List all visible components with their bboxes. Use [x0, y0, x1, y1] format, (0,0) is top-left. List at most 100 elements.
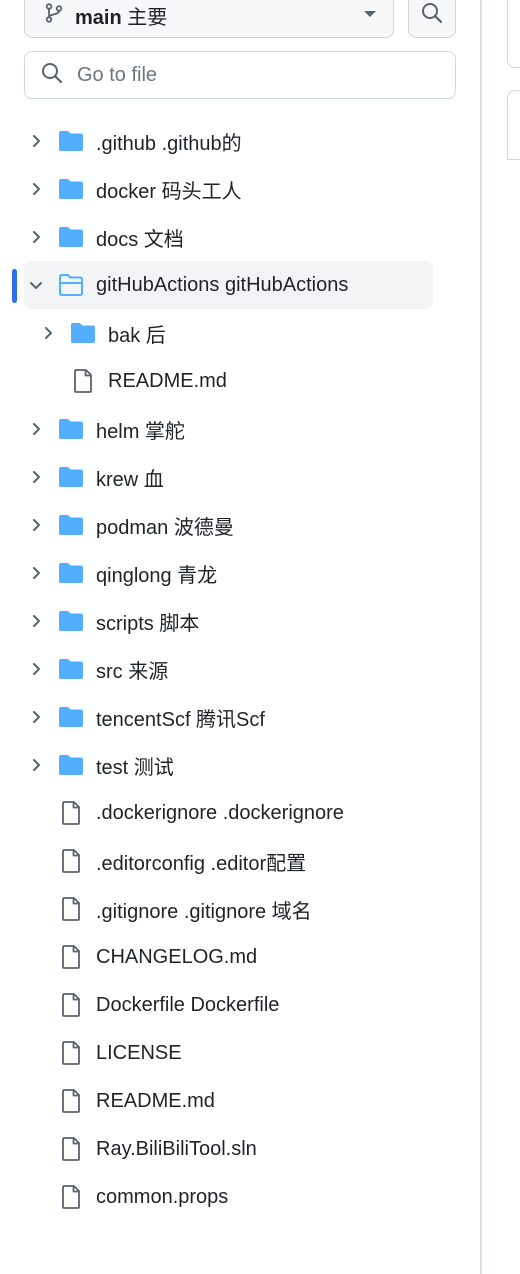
- search-button[interactable]: [408, 0, 456, 38]
- tree-item-folder[interactable]: docker 码头工人: [24, 165, 433, 213]
- branch-name: main: [75, 6, 122, 29]
- folder-icon: [56, 558, 86, 588]
- tree-item-label: tencentScf 腾讯Scf: [96, 708, 265, 731]
- chevron-down-icon[interactable]: [24, 273, 48, 297]
- tree-item-folder[interactable]: bak 后: [24, 309, 433, 357]
- active-indicator: [12, 269, 17, 303]
- folder-icon: [56, 126, 86, 156]
- tree-item-label: README.md: [96, 1089, 215, 1112]
- tree-item-label: CHANGELOG.md: [96, 945, 258, 968]
- tree-item-file[interactable]: Dockerfile Dockerfile: [24, 981, 433, 1029]
- tree-item-label: .dockerignore .dockerignore: [96, 801, 344, 824]
- tree-item-file[interactable]: README.md: [24, 1077, 433, 1125]
- tree-item-label: gitHubActions gitHubActions: [96, 273, 349, 296]
- tree-item-folder[interactable]: src 来源: [24, 645, 433, 693]
- chevron-right-icon[interactable]: [24, 465, 48, 489]
- git-branch-icon: [45, 2, 63, 28]
- chevron-right-icon[interactable]: [24, 561, 48, 585]
- folder-icon: [56, 606, 86, 636]
- tree-item-folder[interactable]: .github .github的: [24, 117, 433, 165]
- file-icon: [56, 798, 86, 828]
- tree-item-folder[interactable]: helm 掌舵: [24, 405, 433, 453]
- tree-item-folder[interactable]: scripts 脚本: [24, 597, 433, 645]
- tree-item-file[interactable]: .editorconfig .editor配置: [24, 837, 433, 885]
- tree-item-label: docker 码头工人: [96, 180, 242, 203]
- chevron-right-icon[interactable]: [24, 657, 48, 681]
- file-icon: [56, 942, 86, 972]
- right-panel-edge: [507, 0, 520, 68]
- tree-item-label: qinglong 青龙: [96, 564, 218, 587]
- tree-item-label: podman 波德曼: [96, 516, 234, 539]
- search-icon: [421, 2, 443, 29]
- tree-item-folder[interactable]: tencentScf 腾讯Scf: [24, 693, 433, 741]
- tree-item-label: src 来源: [96, 660, 169, 683]
- tree-item-folder[interactable]: docs 文档: [24, 213, 433, 261]
- tree-item-label: docs 文档: [96, 228, 184, 251]
- folder-icon: [56, 750, 86, 780]
- tree-item-label: Ray.BiliBiliTool.sln: [96, 1137, 257, 1160]
- chevron-right-icon[interactable]: [24, 513, 48, 537]
- folder-icon: [56, 654, 86, 684]
- tree-item-label: test 测试: [96, 756, 174, 779]
- tree-item-label: common.props: [96, 1185, 229, 1208]
- chevron-right-icon[interactable]: [24, 609, 48, 633]
- tree-item-label: .github .github的: [96, 132, 242, 155]
- file-icon: [56, 894, 86, 924]
- tree-item-file[interactable]: .dockerignore .dockerignore: [24, 789, 433, 837]
- tree-item-label: README.md: [108, 369, 227, 392]
- tree-item-folder[interactable]: krew 血: [24, 453, 433, 501]
- tree-item-file[interactable]: common.props: [24, 1173, 433, 1221]
- tree-item-file[interactable]: LICENSE: [24, 1029, 433, 1077]
- tree-item-label: scripts 脚本: [96, 612, 200, 635]
- file-icon: [56, 1038, 86, 1068]
- go-to-file-box[interactable]: [24, 51, 456, 99]
- folder-open-icon: [56, 270, 86, 300]
- chevron-right-icon[interactable]: [24, 177, 48, 201]
- tree-item-label: .gitignore .gitignore 域名: [96, 900, 312, 923]
- tree-item-file[interactable]: CHANGELOG.md: [24, 933, 433, 981]
- tree-item-label: helm 掌舵: [96, 420, 185, 443]
- chevron-right-icon[interactable]: [24, 129, 48, 153]
- chevron-right-icon[interactable]: [24, 225, 48, 249]
- tree-item-folder[interactable]: gitHubActions gitHubActions: [12, 261, 433, 309]
- chevron-right-icon[interactable]: [36, 321, 60, 345]
- tree-item-label: .editorconfig .editor配置: [96, 852, 307, 875]
- right-panel-edge-2: [507, 90, 520, 160]
- tree-item-folder[interactable]: podman 波德曼: [24, 501, 433, 549]
- branch-name-translated: 主要: [127, 6, 168, 29]
- file-icon: [56, 990, 86, 1020]
- file-icon: [56, 1134, 86, 1164]
- chevron-right-icon[interactable]: [24, 417, 48, 441]
- tree-item-folder[interactable]: test 测试: [24, 741, 433, 789]
- file-icon: [56, 1086, 86, 1116]
- tree-item-file[interactable]: .gitignore .gitignore 域名: [24, 885, 433, 933]
- tree-item-file[interactable]: README.md: [24, 357, 433, 405]
- chevron-right-icon[interactable]: [24, 705, 48, 729]
- folder-icon: [56, 414, 86, 444]
- triangle-down-icon: [363, 6, 377, 24]
- folder-icon: [56, 222, 86, 252]
- folder-icon: [56, 702, 86, 732]
- tree-item-folder[interactable]: qinglong 青龙: [24, 549, 433, 597]
- chevron-right-icon[interactable]: [24, 753, 48, 777]
- branch-label: main 主要: [75, 1, 363, 30]
- file-icon: [56, 1182, 86, 1212]
- go-to-file-input[interactable]: [75, 62, 419, 88]
- search-icon: [41, 62, 63, 89]
- tree-item-label: LICENSE: [96, 1041, 182, 1064]
- file-icon: [56, 846, 86, 876]
- folder-icon: [56, 462, 86, 492]
- tree-item-file[interactable]: Ray.BiliBiliTool.sln: [24, 1125, 433, 1173]
- pane-divider[interactable]: [480, 0, 482, 1274]
- tree-item-label: krew 血: [96, 468, 164, 491]
- tree-item-label: Dockerfile Dockerfile: [96, 993, 280, 1016]
- branch-selector[interactable]: main 主要: [24, 0, 394, 38]
